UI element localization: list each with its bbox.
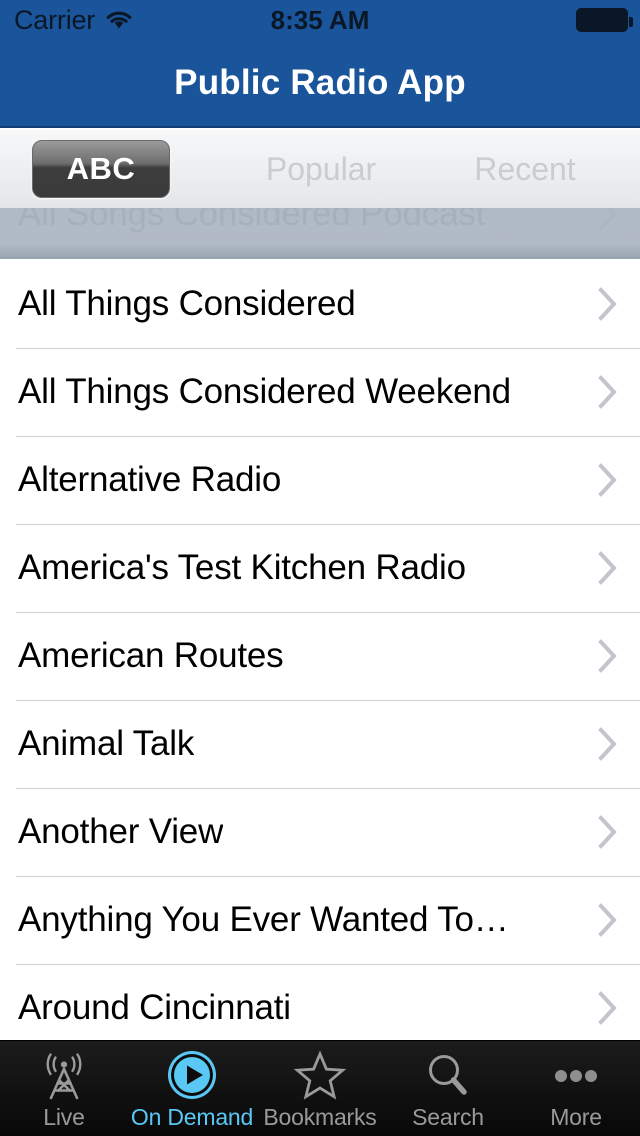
station-list[interactable]: All Songs Considered Podcast All Things … [0, 208, 640, 1040]
list-item-label: American Routes [0, 636, 283, 676]
table-row[interactable]: All Things Considered [0, 260, 640, 348]
magnifier-icon [421, 1050, 475, 1102]
list-item-partial[interactable]: All Songs Considered Podcast [0, 208, 640, 258]
radio-tower-icon [37, 1050, 91, 1102]
tab-label: Live [43, 1104, 84, 1131]
tab-search[interactable]: Search [384, 1041, 512, 1136]
app-screen: Carrier 8:35 AM Public Radio App ABC Pop… [0, 0, 640, 1136]
list-item-label: Animal Talk [0, 724, 194, 764]
table-row[interactable]: Animal Talk [0, 700, 640, 788]
chevron-right-icon [598, 815, 618, 849]
page-title: Public Radio App [174, 63, 466, 103]
battery-full-icon [576, 8, 628, 32]
status-bar: Carrier 8:35 AM [0, 0, 640, 40]
tab-bookmarks[interactable]: Bookmarks [256, 1041, 384, 1136]
list-item-label: All Things Considered Weekend [0, 372, 511, 412]
star-icon [293, 1050, 347, 1102]
list-item-label: Alternative Radio [0, 460, 281, 500]
table-row[interactable]: Anything You Ever Wanted To… [0, 876, 640, 964]
tab-on-demand[interactable]: On Demand [128, 1041, 256, 1136]
list-item-label: Another View [0, 812, 223, 852]
list-item-label: All Songs Considered Podcast [0, 208, 485, 234]
tab-bar[interactable]: Live On Demand Bookmarks [0, 1040, 640, 1136]
table-row[interactable]: American Routes [0, 612, 640, 700]
status-bar-right [576, 0, 628, 40]
chevron-right-icon [598, 991, 618, 1025]
segment-abc[interactable]: ABC [32, 140, 170, 198]
chevron-right-icon [598, 551, 618, 585]
chevron-right-icon [598, 287, 618, 321]
overlay-divider [0, 257, 640, 259]
list-item-label: All Things Considered [0, 284, 356, 324]
tab-label: More [550, 1104, 602, 1131]
segment-popular[interactable]: Popular [228, 140, 414, 198]
tab-label: Search [412, 1104, 484, 1131]
table-row[interactable]: Around Cincinnati [0, 964, 640, 1040]
table-row[interactable]: Another View [0, 788, 640, 876]
play-circle-icon [165, 1050, 219, 1102]
chevron-right-icon [598, 903, 618, 937]
table-row[interactable]: All Things Considered Weekend [0, 348, 640, 436]
chevron-right-icon [598, 208, 618, 231]
chevron-right-icon [598, 727, 618, 761]
table-row[interactable]: America's Test Kitchen Radio [0, 524, 640, 612]
segment-recent[interactable]: Recent [440, 140, 610, 198]
navigation-bar: Public Radio App [0, 40, 640, 128]
table-row[interactable]: Alternative Radio [0, 436, 640, 524]
list-item-label: Anything You Ever Wanted To… [0, 900, 509, 940]
segmented-control[interactable]: ABC Popular Recent [0, 130, 640, 208]
ellipsis-icon [549, 1050, 603, 1102]
list-item-label: America's Test Kitchen Radio [0, 548, 466, 588]
chevron-right-icon [598, 375, 618, 409]
tab-live[interactable]: Live [0, 1041, 128, 1136]
tab-label: On Demand [131, 1104, 253, 1131]
chevron-right-icon [598, 463, 618, 497]
list-rows-container: All Things Considered All Things Conside… [0, 260, 640, 1040]
tab-more[interactable]: More [512, 1041, 640, 1136]
chevron-right-icon [598, 639, 618, 673]
tab-label: Bookmarks [263, 1104, 376, 1131]
status-bar-clock: 8:35 AM [0, 0, 640, 40]
list-item-label: Around Cincinnati [0, 988, 291, 1028]
